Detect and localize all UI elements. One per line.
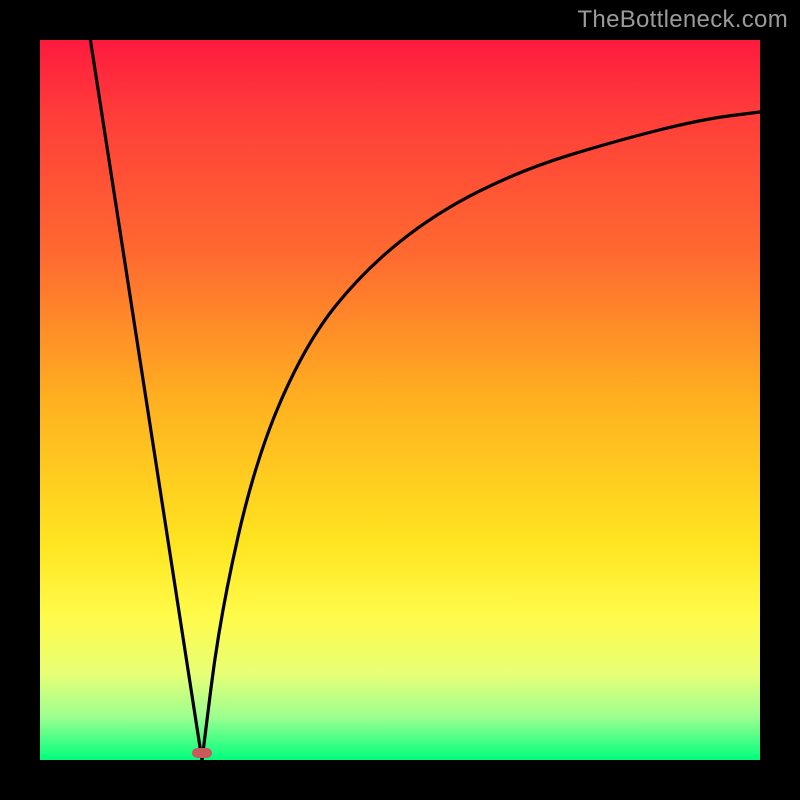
plot-area	[40, 40, 760, 760]
watermark-text: TheBottleneck.com	[577, 6, 788, 34]
chart-frame: TheBottleneck.com	[0, 0, 800, 800]
bottleneck-curve-right	[202, 112, 760, 760]
bottleneck-marker	[192, 748, 212, 758]
curve-svg	[40, 40, 760, 760]
bottleneck-curve-left	[90, 40, 202, 760]
